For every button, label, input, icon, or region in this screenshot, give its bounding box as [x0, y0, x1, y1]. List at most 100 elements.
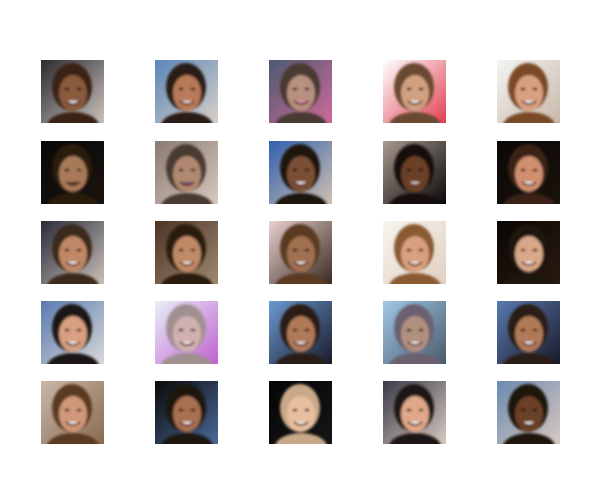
face-thumbnail — [497, 60, 560, 123]
eye — [76, 87, 82, 91]
eye — [418, 328, 424, 332]
mouth — [179, 181, 195, 186]
face-thumbnail — [41, 301, 104, 364]
eye — [76, 248, 82, 252]
face-image — [269, 141, 332, 204]
eye — [292, 168, 298, 172]
mouth — [293, 100, 309, 105]
eye — [292, 328, 298, 332]
mouth — [521, 100, 537, 105]
face-thumbnail — [383, 141, 446, 204]
mouth — [293, 421, 309, 426]
face-image — [383, 301, 446, 364]
face-thumbnail — [383, 301, 446, 364]
eye — [406, 87, 412, 91]
eye — [190, 408, 196, 412]
mouth — [293, 341, 309, 346]
face-image — [383, 381, 446, 444]
face-image — [383, 60, 446, 123]
eye — [304, 87, 310, 91]
eye — [304, 328, 310, 332]
eye — [76, 168, 82, 172]
mouth — [521, 341, 537, 346]
eye — [418, 168, 424, 172]
face-image — [497, 301, 560, 364]
eye — [190, 328, 196, 332]
face-thumbnail — [269, 60, 332, 123]
face-thumbnail — [41, 141, 104, 204]
face — [173, 156, 201, 192]
eye — [532, 87, 538, 91]
eye — [178, 248, 184, 252]
eye — [520, 328, 526, 332]
eye — [292, 408, 298, 412]
face — [401, 396, 429, 432]
mouth — [179, 261, 195, 266]
eye — [190, 168, 196, 172]
face — [59, 236, 87, 272]
mouth — [179, 421, 195, 426]
mouth — [65, 421, 81, 426]
eye — [520, 168, 526, 172]
mouth — [293, 181, 309, 186]
mouth — [521, 421, 537, 426]
eye — [76, 408, 82, 412]
eye — [64, 248, 70, 252]
eye — [304, 408, 310, 412]
face-thumbnail — [155, 301, 218, 364]
face — [59, 75, 87, 111]
eye — [178, 168, 184, 172]
face-thumbnail — [269, 381, 332, 444]
face-thumbnail — [383, 221, 446, 284]
eye — [532, 168, 538, 172]
face-image — [155, 381, 218, 444]
eye — [178, 408, 184, 412]
mouth — [65, 261, 81, 266]
face-thumbnail — [497, 141, 560, 204]
face-image — [155, 141, 218, 204]
eye — [406, 408, 412, 412]
face-image — [41, 60, 104, 123]
face-thumbnail — [41, 60, 104, 123]
face — [287, 396, 315, 432]
mouth — [65, 181, 81, 186]
face — [287, 236, 315, 272]
eye — [190, 248, 196, 252]
mouth — [179, 341, 195, 346]
face — [287, 316, 315, 352]
eye — [532, 408, 538, 412]
face — [173, 316, 201, 352]
face — [173, 236, 201, 272]
face-thumbnail — [497, 381, 560, 444]
eye — [64, 328, 70, 332]
face-thumbnail — [269, 141, 332, 204]
mouth — [293, 261, 309, 266]
mouth — [407, 100, 423, 105]
face — [401, 156, 429, 192]
face — [515, 236, 543, 272]
face-image — [497, 141, 560, 204]
eye — [292, 248, 298, 252]
face — [59, 396, 87, 432]
eye — [64, 168, 70, 172]
face — [515, 156, 543, 192]
eye — [304, 248, 310, 252]
eye — [406, 328, 412, 332]
face-thumbnail — [269, 301, 332, 364]
face-image — [497, 221, 560, 284]
mouth — [65, 100, 81, 105]
mouth — [407, 341, 423, 346]
eye — [532, 248, 538, 252]
face-thumbnail — [383, 381, 446, 444]
face-thumbnail — [155, 221, 218, 284]
face — [515, 396, 543, 432]
face — [59, 316, 87, 352]
mouth — [521, 261, 537, 266]
face-image — [497, 60, 560, 123]
mouth — [179, 100, 195, 105]
face-image — [269, 60, 332, 123]
eye — [178, 87, 184, 91]
face — [401, 316, 429, 352]
face — [173, 396, 201, 432]
eye — [178, 328, 184, 332]
